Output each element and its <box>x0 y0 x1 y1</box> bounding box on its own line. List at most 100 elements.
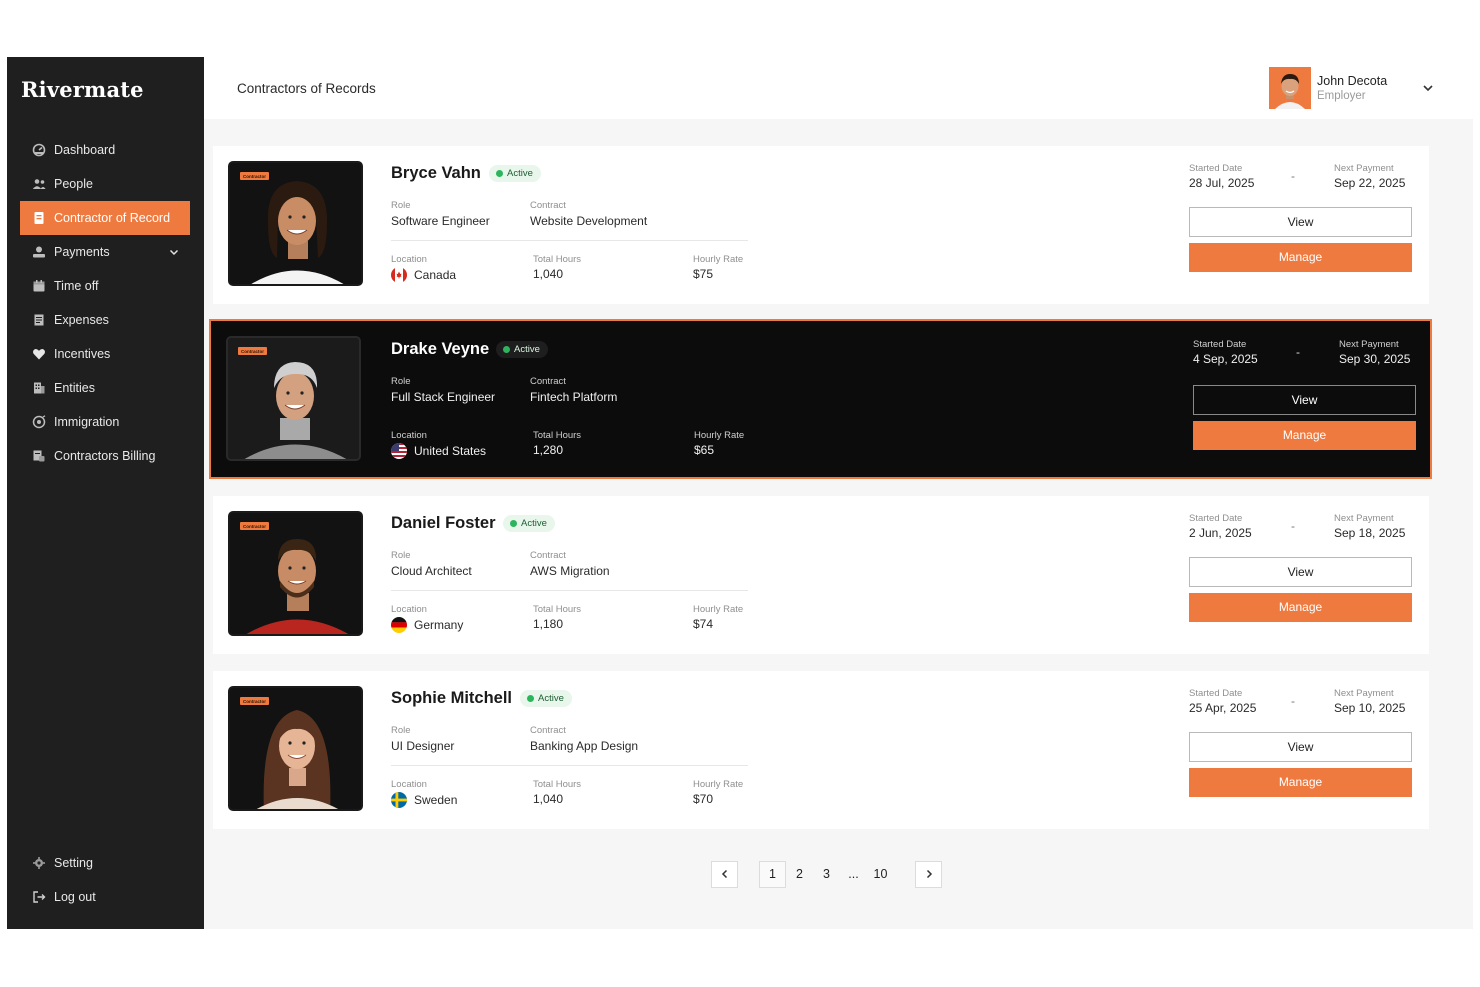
logout-icon <box>32 890 46 904</box>
pagination: 1 2 3 ... 10 <box>711 860 942 888</box>
sidebar-nav: Dashboard People Contractor of Record Pa… <box>20 133 190 473</box>
total-hours-label: Total Hours <box>533 254 582 265</box>
date-separator: - <box>1291 519 1295 533</box>
hourly-rate-label: Hourly Rate <box>693 779 744 790</box>
location-label: Location <box>391 254 427 265</box>
contract-value: Website Development <box>530 214 648 228</box>
role-value: Cloud Architect <box>391 564 472 578</box>
manage-button[interactable]: Manage <box>1193 421 1416 450</box>
sidebar-item-immigration[interactable]: Immigration <box>20 405 190 439</box>
globe-icon <box>32 415 46 429</box>
manage-button[interactable]: Manage <box>1189 243 1412 272</box>
date-separator: - <box>1296 345 1300 359</box>
role-value: UI Designer <box>391 739 455 753</box>
germany-flag-icon <box>391 617 407 633</box>
payments-icon <box>32 245 46 259</box>
contractor-name: Daniel Foster <box>391 514 496 532</box>
sidebar-item-entities[interactable]: Entities <box>20 371 190 405</box>
view-button[interactable]: View <box>1189 732 1412 762</box>
receipt-icon <box>32 313 46 327</box>
role-label: Role <box>391 550 411 561</box>
view-button[interactable]: View <box>1189 557 1412 587</box>
started-date-label: Started Date <box>1193 339 1247 350</box>
view-button[interactable]: View <box>1193 385 1416 415</box>
us-flag-icon <box>391 443 407 459</box>
started-date-value: 25 Apr, 2025 <box>1189 701 1257 715</box>
manage-button[interactable]: Manage <box>1189 768 1412 797</box>
sidebar-item-incentives[interactable]: Incentives <box>20 337 190 371</box>
gear-icon <box>32 856 46 870</box>
contractor-tag: Contractor <box>240 172 270 180</box>
sidebar-item-label: Immigration <box>54 415 120 429</box>
contract-value: AWS Migration <box>530 564 610 578</box>
page-button[interactable]: 10 <box>867 861 894 888</box>
user-menu[interactable]: John Decota Employer <box>1269 67 1435 109</box>
next-payment-value: Sep 22, 2025 <box>1334 176 1406 190</box>
location-label: Location <box>391 430 427 441</box>
contract-label: Contract <box>530 376 566 387</box>
role-value: Full Stack Engineer <box>391 390 496 404</box>
date-separator: - <box>1291 169 1295 183</box>
page-button-current[interactable]: 1 <box>759 860 786 888</box>
manage-button[interactable]: Manage <box>1189 593 1412 622</box>
divider <box>391 240 748 241</box>
contractor-photo: Contractor <box>228 161 363 286</box>
next-payment-label: Next Payment <box>1334 688 1394 699</box>
contract-value: Fintech Platform <box>530 390 618 404</box>
contract-label: Contract <box>530 550 566 561</box>
contractor-name: Sophie Mitchell <box>391 689 513 707</box>
next-payment-value: Sep 18, 2025 <box>1334 526 1406 540</box>
hourly-rate-label: Hourly Rate <box>693 604 744 615</box>
hourly-rate-value: $75 <box>693 267 714 281</box>
chevron-down-icon[interactable] <box>1421 81 1435 95</box>
total-hours-value: 1,280 <box>533 443 564 457</box>
sidebar-item-setting[interactable]: Setting <box>20 846 190 880</box>
page-button[interactable]: 2 <box>786 861 813 888</box>
page-button[interactable]: 3 <box>813 861 840 888</box>
contractor-tag: Contractor <box>238 347 268 355</box>
contractor-card: Contractor Bryce Vahn Active Role Softwa… <box>213 146 1429 304</box>
sidebar-item-contractors-billing[interactable]: Contractors Billing <box>20 439 190 473</box>
contractor-card: Contractor Sophie Mitchell Active Role U… <box>213 671 1429 829</box>
prev-page-button[interactable] <box>711 860 738 888</box>
started-date-label: Started Date <box>1189 513 1243 524</box>
sidebar-item-logout[interactable]: Log out <box>20 880 190 914</box>
sidebar-item-label: Setting <box>54 856 93 870</box>
sidebar-item-label: Contractor of Record <box>54 211 171 225</box>
sidebar-item-label: Expenses <box>54 313 109 327</box>
calendar-icon <box>32 279 46 293</box>
hourly-rate-label: Hourly Rate <box>694 430 745 441</box>
user-role: Employer <box>1317 90 1366 102</box>
sidebar-item-label: Entities <box>54 381 95 395</box>
divider <box>391 765 748 766</box>
total-hours-value: 1,040 <box>533 267 564 281</box>
chevron-right-icon <box>926 869 932 879</box>
next-payment-value: Sep 30, 2025 <box>1339 352 1411 366</box>
divider <box>391 590 748 591</box>
people-icon <box>32 177 46 191</box>
contract-icon <box>32 211 46 225</box>
dashboard-icon <box>32 143 46 157</box>
location-label: Location <box>391 779 427 790</box>
sidebar-item-time-off[interactable]: Time off <box>20 269 190 303</box>
brand-logo: Rivermate <box>21 77 144 102</box>
view-button[interactable]: View <box>1189 207 1412 237</box>
role-label: Role <box>391 725 411 736</box>
sidebar-item-label: Incentives <box>54 347 111 361</box>
next-page-button[interactable] <box>915 860 942 888</box>
page-title: Contractors of Records <box>237 81 376 96</box>
sidebar-item-dashboard[interactable]: Dashboard <box>20 133 190 167</box>
sidebar-item-payments[interactable]: Payments <box>20 235 190 269</box>
status-badge: Active <box>520 690 572 707</box>
sidebar-item-people[interactable]: People <box>20 167 190 201</box>
sweden-flag-icon <box>391 792 407 808</box>
hourly-rate-value: $70 <box>693 792 714 806</box>
sidebar-item-expenses[interactable]: Expenses <box>20 303 190 337</box>
topbar: Contractors of Records John Decota Emplo… <box>204 57 1473 119</box>
contractor-name: Drake Veyne <box>391 340 490 358</box>
contract-label: Contract <box>530 200 566 211</box>
chevron-down-icon[interactable] <box>168 246 180 258</box>
sidebar-item-contractor-of-record[interactable]: Contractor of Record <box>20 201 190 235</box>
status-badge: Active <box>503 515 555 532</box>
avatar <box>1269 67 1311 109</box>
